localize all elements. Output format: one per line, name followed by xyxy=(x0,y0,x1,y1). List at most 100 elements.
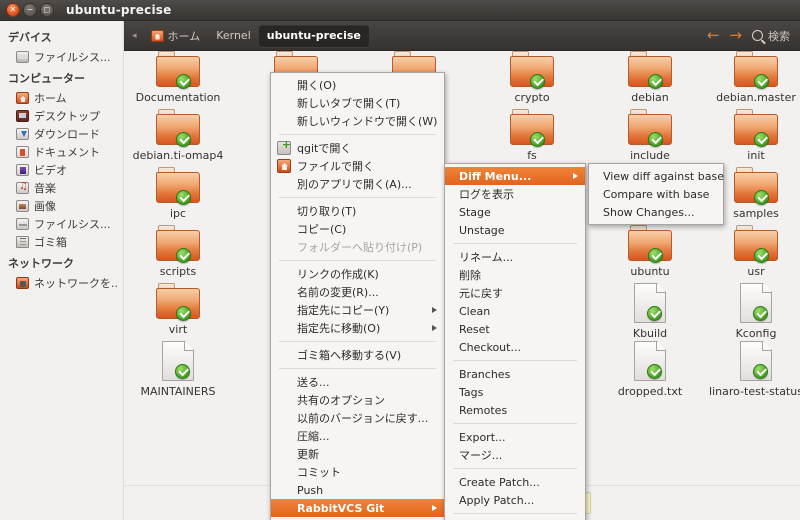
file-item[interactable]: crypto xyxy=(478,51,586,108)
sidebar-item-label: ビデオ xyxy=(34,164,67,177)
sidebar-item-8-1[interactable]: ゴミ箱 xyxy=(0,233,123,251)
breadcrumb-home[interactable]: ホーム xyxy=(143,25,209,47)
menu-item[interactable]: Remotes xyxy=(445,401,585,419)
context-menu[interactable]: 開く(O) 新しいタブで開く(T) 新しいウィンドウで開く(W) qgitで開くファイ… xyxy=(270,72,445,520)
menu-item[interactable]: Branches xyxy=(445,365,585,383)
menu-item[interactable]: コミット xyxy=(271,463,444,481)
menu-item-label: Clean xyxy=(459,304,491,318)
menu-item[interactable]: Show Changes... xyxy=(589,203,723,221)
folder-icon xyxy=(510,51,554,89)
menu-item[interactable]: Apply Patch... xyxy=(445,491,585,509)
file-item[interactable]: ubuntu xyxy=(596,225,704,282)
diff-submenu[interactable]: View diff against base Compare with base S… xyxy=(588,163,724,225)
menu-item[interactable]: ゴミ箱へ移動する(V) xyxy=(271,346,444,364)
sidebar-item-label: ホーム xyxy=(34,92,67,105)
file-item[interactable]: virt xyxy=(124,283,232,340)
filesystem-icon xyxy=(16,218,29,230)
close-button[interactable]: ✕ xyxy=(6,3,20,17)
menu-item[interactable]: Export... xyxy=(445,428,585,446)
file-item[interactable]: Documentation xyxy=(124,51,232,108)
menu-item[interactable]: 開く(O) xyxy=(271,76,444,94)
file-item[interactable]: scripts xyxy=(124,225,232,282)
menu-item[interactable]: 共有のオプション xyxy=(271,391,444,409)
menu-item[interactable]: 新しいタブで開く(T) xyxy=(271,94,444,112)
file-item[interactable]: debian xyxy=(596,51,704,108)
sidebar-heading: デバイス xyxy=(8,31,52,44)
menu-item[interactable]: ファイルで開く xyxy=(271,157,444,175)
vcs-normal-badge-icon xyxy=(648,248,663,263)
file-item[interactable]: debian.ti-omap4 xyxy=(124,109,232,166)
menu-item[interactable]: Checkout... xyxy=(445,338,585,356)
menu-item[interactable]: Reset xyxy=(445,320,585,338)
menu-item[interactable]: マージ... xyxy=(445,446,585,464)
sidebar-item-0-0[interactable]: ファイルシス... xyxy=(0,48,123,66)
menu-item[interactable]: RabbitVCS Git xyxy=(271,499,444,517)
menu-item: フォルダーへ貼り付け(P) xyxy=(271,238,444,256)
menu-item[interactable]: 圧縮... xyxy=(271,427,444,445)
file-item[interactable]: MAINTAINERS xyxy=(124,341,232,402)
menu-item[interactable]: 送る... xyxy=(271,373,444,391)
sidebar-item-0-2[interactable]: ネットワークを... xyxy=(0,274,123,292)
menu-item[interactable]: 切り取り(T) xyxy=(271,202,444,220)
file-item[interactable]: Kbuild xyxy=(596,283,704,344)
vcs-normal-badge-icon xyxy=(648,132,663,147)
back-button[interactable]: ← xyxy=(707,28,720,43)
maximize-button[interactable]: ◻ xyxy=(40,3,54,17)
menu-item[interactable]: 更新 xyxy=(271,445,444,463)
sidebar-item-7-1[interactable]: ファイルシス... xyxy=(0,215,123,233)
menu-item[interactable]: 削除 xyxy=(445,266,585,284)
vcs-normal-badge-icon xyxy=(175,364,190,379)
breadcrumb-scroll-left-icon[interactable]: ◂ xyxy=(124,31,143,41)
menu-item[interactable]: Compare with base xyxy=(589,185,723,203)
menu-item-label: Unstage xyxy=(459,223,505,237)
menu-item[interactable]: 指定先にコピー(Y) xyxy=(271,301,444,319)
menu-item[interactable]: Tags xyxy=(445,383,585,401)
menu-item[interactable]: Push xyxy=(271,481,444,499)
menu-item[interactable]: Diff Menu... xyxy=(445,167,585,185)
file-item[interactable]: fs xyxy=(478,109,586,166)
menu-separator xyxy=(279,368,436,369)
menu-item-label: コミット xyxy=(297,466,341,479)
menu-item[interactable]: Clean xyxy=(445,302,585,320)
menu-item[interactable]: qgitで開く xyxy=(271,139,444,157)
sidebar-item-1-1[interactable]: デスクトップ xyxy=(0,107,123,125)
menu-item[interactable]: リンクの作成(K) xyxy=(271,265,444,283)
menu-item[interactable]: 以前のバージョンに戻す... xyxy=(271,409,444,427)
menu-separator xyxy=(453,423,577,424)
sidebar-item-4-1[interactable]: ビデオ xyxy=(0,161,123,179)
minimize-button[interactable]: − xyxy=(23,3,37,17)
file-item[interactable]: dropped.txt xyxy=(596,341,704,402)
rabbitvcs-submenu[interactable]: Diff Menu... ログを表示 Stage Unstage リネーム... 削除 元に… xyxy=(444,163,586,520)
menu-item[interactable]: 別のアプリで開く(A)... xyxy=(271,175,444,193)
file-item[interactable]: usr xyxy=(702,225,800,282)
menu-item[interactable]: 新しいウィンドウで開く(W) xyxy=(271,112,444,130)
menu-item[interactable]: コピー(C) xyxy=(271,220,444,238)
sidebar-item-0-1[interactable]: ホーム xyxy=(0,89,123,107)
file-item[interactable]: linaro-test-status xyxy=(702,341,800,402)
menu-item[interactable]: View diff against base xyxy=(589,167,724,185)
menu-item[interactable]: ログを表示 xyxy=(445,185,585,203)
menu-item[interactable]: Create Patch... xyxy=(445,473,585,491)
sidebar-item-5-1[interactable]: 音楽 xyxy=(0,179,123,197)
places-sidebar[interactable]: デバイス ファイルシス... コンピューター ホーム デスクトップ ダウンロード ドキュメン… xyxy=(0,21,124,520)
breadcrumb-kernel[interactable]: Kernel xyxy=(208,25,259,47)
menu-item[interactable]: 名前の変更(R)... xyxy=(271,283,444,301)
menu-item[interactable]: 元に戻す xyxy=(445,284,585,302)
file-item[interactable]: init xyxy=(702,109,800,166)
file-item[interactable]: Kconfig xyxy=(702,283,800,344)
sidebar-item-2-1[interactable]: ダウンロード xyxy=(0,125,123,143)
sidebar-item-3-1[interactable]: ドキュメント xyxy=(0,143,123,161)
menu-item[interactable]: Unstage xyxy=(445,221,585,239)
menu-separator xyxy=(279,341,436,342)
breadcrumb-ubuntu-precise[interactable]: ubuntu-precise xyxy=(258,24,369,47)
menu-item-label: Show Changes... xyxy=(603,205,695,219)
menu-item[interactable]: Stage xyxy=(445,203,585,221)
sidebar-item-6-1[interactable]: 画像 xyxy=(0,197,123,215)
menu-item[interactable]: 指定先に移動(O) xyxy=(271,319,444,337)
search-button[interactable]: 検索 xyxy=(752,28,790,44)
menu-item[interactable]: リネーム... xyxy=(445,248,585,266)
file-item[interactable]: debian.master xyxy=(702,51,800,108)
file-item[interactable]: ipc xyxy=(124,167,232,224)
file-item[interactable]: include xyxy=(596,109,704,166)
forward-button[interactable]: → xyxy=(729,28,742,43)
